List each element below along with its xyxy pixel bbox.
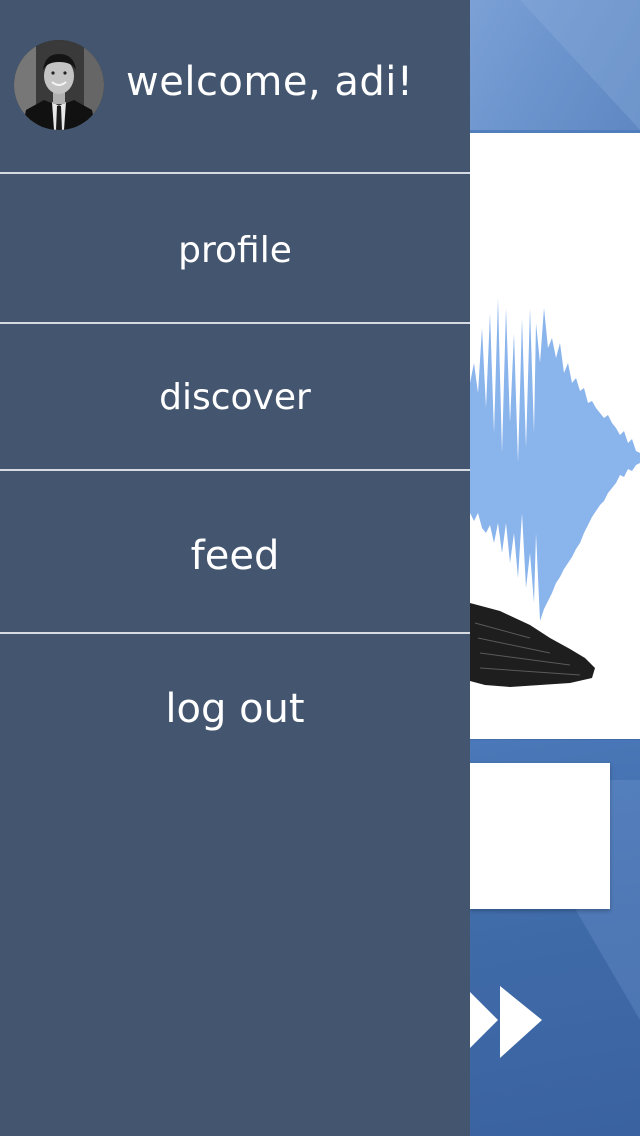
- menu-item-feed[interactable]: feed: [0, 470, 470, 632]
- menu-item-label: feed: [190, 533, 280, 579]
- welcome-message: welcome, adi!: [126, 59, 414, 105]
- menu-item-label: profile: [178, 230, 292, 271]
- menu-item-log-out[interactable]: log out: [0, 633, 470, 783]
- side-drawer: welcome, adi! profile discover feed log …: [0, 0, 470, 1136]
- fast-forward-icon[interactable]: [470, 980, 550, 1060]
- menu-item-discover[interactable]: discover: [0, 323, 470, 469]
- content-box[interactable]: [470, 763, 610, 909]
- waveform-artwork: [470, 298, 640, 687]
- header-facet: [520, 0, 640, 130]
- menu-item-label: discover: [159, 377, 311, 418]
- drawer-header: welcome, adi!: [0, 0, 470, 172]
- avatar-photo: [14, 40, 104, 130]
- menu-item-profile[interactable]: profile: [0, 173, 470, 322]
- user-avatar[interactable]: [14, 40, 104, 130]
- menu-item-label: log out: [165, 686, 305, 732]
- waveform-shape: [470, 298, 640, 621]
- artwork-card[interactable]: [470, 133, 640, 739]
